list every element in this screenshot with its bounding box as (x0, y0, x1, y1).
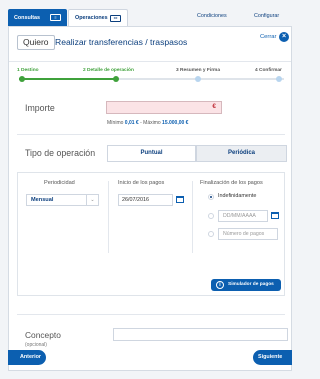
step-dot-3 (195, 76, 201, 82)
periodica-toggle[interactable]: Periódica (196, 145, 287, 162)
divider (17, 314, 285, 315)
fecha-fin-input[interactable]: DD/MM/AAAA (218, 210, 268, 222)
fin-label: Finalización de los pagos (200, 180, 263, 186)
calendar-icon[interactable] (271, 212, 279, 219)
max-value: 15.000,00 € (162, 120, 189, 126)
importe-input[interactable]: € (106, 101, 222, 114)
siguiente-button[interactable]: Siguiente (253, 350, 292, 365)
page-title: Realizar transferencias / traspasos (55, 37, 188, 47)
column-divider (192, 181, 193, 253)
numero-pagos-input[interactable]: Número de pagos (218, 228, 278, 240)
close-icon[interactable]: × (279, 32, 289, 42)
list-icon: ≡ (50, 14, 61, 21)
close-label[interactable]: Cerrar (260, 34, 276, 40)
simulador-button[interactable]: i Simulador de pagos (211, 279, 281, 291)
operation-card: Quiero Realizar transferencias / traspas… (8, 26, 292, 371)
concepto-input[interactable] (113, 328, 288, 341)
importe-limits: Mínimo 0,01 € - Máximo 15.000,00 € (107, 120, 188, 126)
tab-operaciones-label: Operaciones (75, 15, 108, 21)
indefinidamente-radio[interactable] (208, 194, 214, 200)
indefinidamente-label: Indefinidamente (218, 193, 257, 199)
periodic-panel: Periodicidad Mensual ⌄ Inicio de los pag… (17, 172, 285, 296)
inicio-label: Inicio de los pagos (118, 180, 165, 186)
top-nav: Consultas ≡ Operaciones ▭ Condiciones Co… (8, 9, 292, 26)
currency-symbol: € (212, 103, 216, 110)
step-confirmar: 4 Confirmar (255, 68, 282, 73)
fecha-fin-radio[interactable] (208, 213, 214, 219)
step-dot-1 (19, 76, 25, 82)
puntual-toggle[interactable]: Puntual (107, 145, 196, 162)
periodicidad-select[interactable]: Mensual ⌄ (26, 194, 99, 206)
tab-operaciones[interactable]: Operaciones ▭ (68, 9, 128, 26)
step-resumen: 3 Resumen y Firma (176, 68, 220, 73)
card-icon: ▭ (110, 14, 121, 22)
progress-track-done (19, 78, 118, 80)
numero-pagos-radio[interactable] (208, 231, 214, 237)
divider (17, 134, 285, 135)
progress-steps: 1 Destino 2 Detalle de operación 3 Resum… (9, 61, 291, 85)
calendar-icon[interactable] (176, 196, 184, 203)
info-icon: i (216, 281, 224, 289)
chevron-down-icon: ⌄ (86, 195, 98, 205)
quiero-button[interactable]: Quiero (17, 35, 55, 50)
periodicidad-value: Mensual (31, 197, 54, 203)
max-prefix: - Máximo (140, 120, 161, 126)
step-dot-2 (113, 76, 119, 82)
anterior-button[interactable]: Anterior (8, 350, 46, 365)
periodicidad-label: Periodicidad (44, 180, 75, 186)
column-divider (108, 181, 109, 253)
concepto-label: Concepto (25, 330, 61, 340)
simulador-label: Simulador de pagos (228, 282, 274, 287)
card-header: Quiero Realizar transferencias / traspas… (9, 27, 291, 61)
inicio-date-field[interactable]: 26/07/2016 (118, 194, 173, 206)
importe-label: Importe (25, 103, 55, 113)
condiciones-link[interactable]: Condiciones (197, 13, 227, 19)
tab-consultas[interactable]: Consultas ≡ (8, 9, 67, 26)
concepto-optional: (opcional) (25, 342, 47, 348)
tipo-operacion-label: Tipo de operación (25, 148, 96, 158)
step-dot-4 (276, 76, 282, 82)
tab-consultas-label: Consultas (14, 14, 41, 21)
min-value: 0,01 € (124, 120, 139, 126)
step-destino: 1 Destino (17, 68, 39, 73)
min-prefix: Mínimo (107, 120, 124, 126)
step-detalle: 2 Detalle de operación (83, 68, 134, 73)
configurar-link[interactable]: Configurar (254, 13, 279, 19)
